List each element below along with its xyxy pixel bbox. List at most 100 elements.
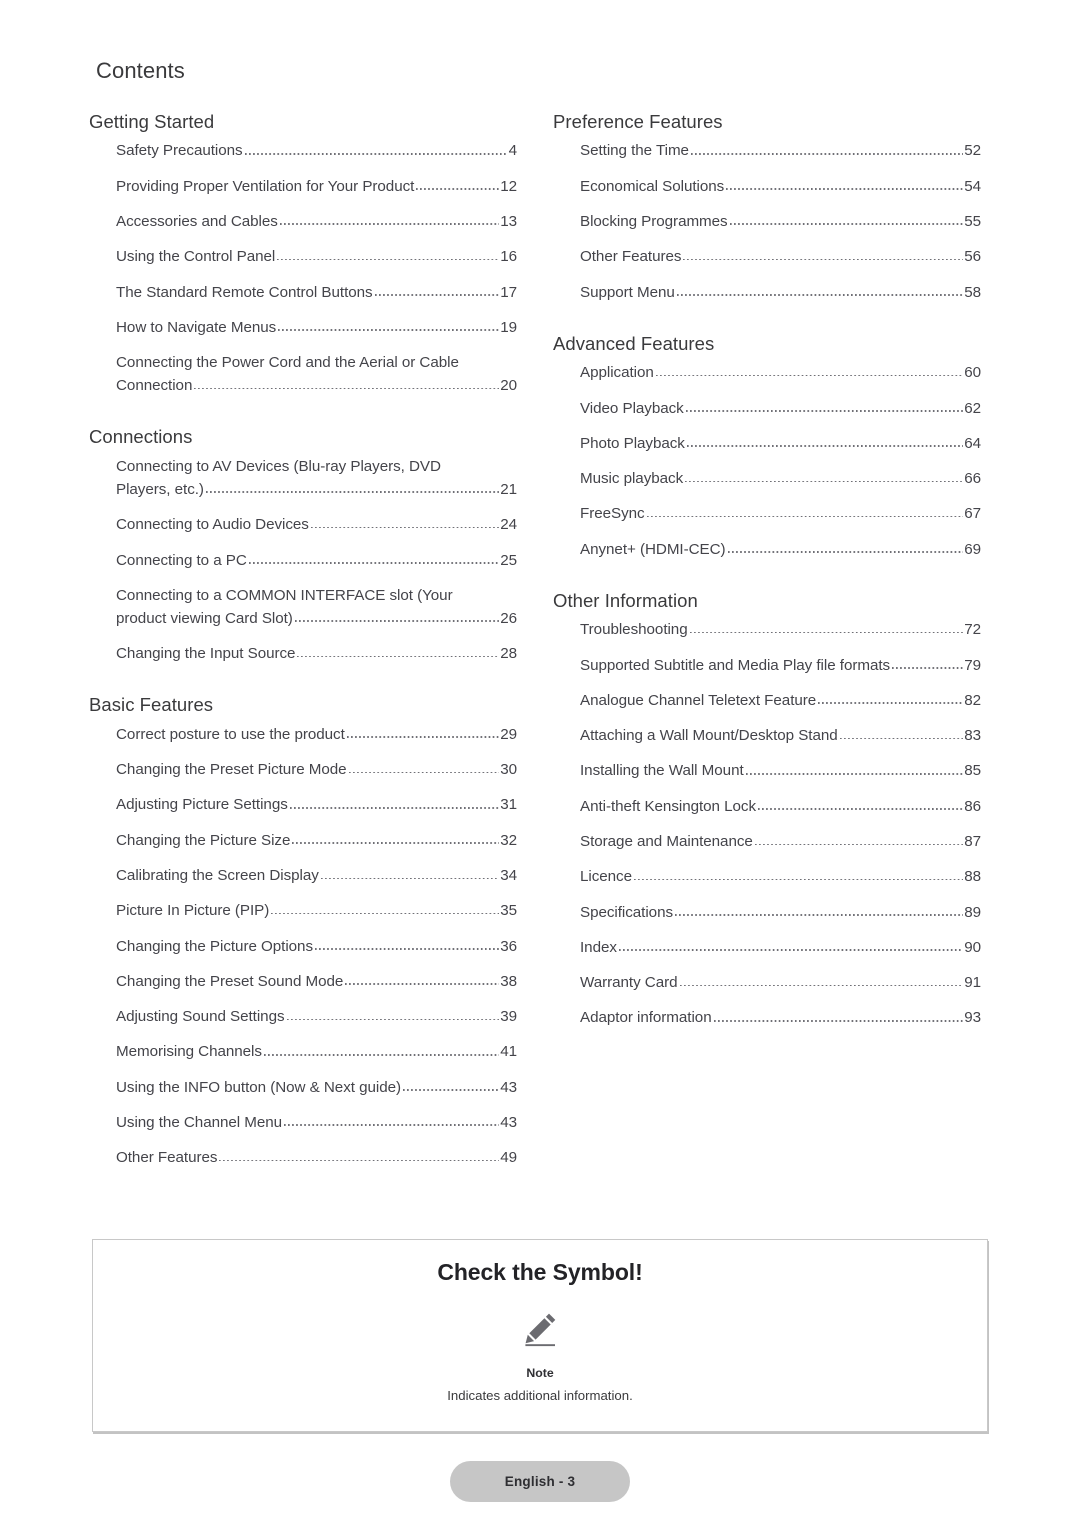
toc-entry[interactable]: Adjusting Sound Settings 39 [116,1005,517,1028]
toc-entry-label: Specifications [580,903,674,921]
toc-entry-label: Changing the Preset Sound Mode [116,972,344,990]
toc-entry[interactable]: Attaching a Wall Mount/Desktop Stand 83 [580,724,981,747]
toc-entry-label: Photo Playback [580,434,685,452]
toc-entry[interactable]: Correct posture to use the product 29 [116,723,517,746]
toc-entry[interactable]: Video Playback 62 [580,397,981,420]
toc-section: Getting Started Safety Precautions 4 Provid… [89,110,517,397]
toc-entry[interactable]: Connecting to a PC 25 [116,549,517,572]
toc-entry-label: Connecting the Power Cord and the Aerial… [116,354,459,372]
toc-leader-dots [618,940,964,955]
toc-entry[interactable]: Providing Proper Ventilation for Your Pr… [116,175,517,198]
toc-leader-dots [727,542,964,557]
page-footer-badge: English - 3 [450,1461,630,1502]
toc-entry[interactable]: Installing the Wall Mount 85 [580,759,981,782]
toc-entry[interactable]: Troubleshooting 72 [580,618,981,641]
toc-entry[interactable]: Changing the Picture Size 32 [116,829,517,852]
toc-section: Preference Features Setting the Time 52 Eco… [553,110,981,304]
toc-entry[interactable]: Other Features 56 [580,245,981,268]
toc-leader-dots [279,214,500,229]
toc-entry[interactable]: Support Menu 58 [580,281,981,304]
toc-entry[interactable]: Supported Subtitle and Media Play file f… [580,654,981,677]
toc-column-right: Preference Features Setting the Time 52 Eco… [553,110,981,1042]
toc-entry[interactable]: Using the INFO button (Now & Next guide)… [116,1076,517,1099]
toc-entry[interactable]: Setting the Time 52 [580,139,981,162]
toc-entry-list: Safety Precautions 4 Providing Proper Vent… [89,139,517,397]
toc-entry-label: Changing the Preset Picture Mode [116,761,347,779]
toc-leader-dots [219,1150,499,1165]
toc-entry[interactable]: Adaptor information 93 [580,1006,981,1029]
toc-entry-label: The Standard Remote Control Buttons [116,283,373,301]
toc-entry[interactable]: Anti-theft Kensington Lock 86 [580,795,981,818]
toc-entry-page-number: 72 [964,621,981,639]
toc-entry[interactable]: Changing the Input Source 28 [116,642,517,665]
toc-entry-page-number: 66 [964,470,981,488]
toc-entry[interactable]: Memorising Channels 41 [116,1040,517,1063]
toc-section-title: Advanced Features [553,332,715,354]
toc-entry[interactable]: Blocking Programmes 55 [580,210,981,233]
toc-entry[interactable]: Index 90 [580,936,981,959]
toc-entry[interactable]: Changing the Preset Sound Mode 38 [116,970,517,993]
toc-entry[interactable]: Safety Precautions 4 [116,139,517,162]
toc-entry-label: Attaching a Wall Mount/Desktop Stand [580,727,838,745]
toc-entry[interactable]: Calibrating the Screen Display 34 [116,864,517,887]
toc-entry[interactable]: Accessories and Cables 13 [116,210,517,233]
toc-entry-label: Index [580,938,617,956]
toc-entry[interactable]: Music playback 66 [580,467,981,490]
toc-entry[interactable]: Storage and Maintenance 87 [580,830,981,853]
toc-entry-label: Changing the Picture Options [116,937,314,955]
toc-entry[interactable]: Using the Control Panel 16 [116,245,517,268]
toc-leader-dots [310,517,500,532]
toc-entry-label: Warranty Card [580,974,678,992]
toc-entry[interactable]: Licence 88 [580,865,981,888]
toc-entry[interactable]: Anynet+ (HDMI-CEC) 69 [580,538,981,561]
toc-entry[interactable]: Connecting to AV Devices (Blu-ray Player… [116,455,517,501]
toc-entry[interactable]: Specifications 89 [580,901,981,924]
toc-entry[interactable]: The Standard Remote Control Buttons 17 [116,281,517,304]
toc-entry-list: Troubleshooting 72 Supported Subtitle and … [553,618,981,1029]
toc-entry-page-number: 89 [964,903,981,921]
toc-entry-list: Setting the Time 52 Economical Solutions 54… [553,139,981,303]
toc-entry-page-number: 56 [964,248,981,266]
toc-entry[interactable]: Other Features 49 [116,1146,517,1169]
toc-entry-page-number: 41 [500,1043,517,1061]
toc-entry-page-number: 88 [964,868,981,886]
toc-entry-label: Storage and Maintenance [580,833,753,850]
toc-entry-page-number: 39 [500,1008,517,1026]
toc-entry[interactable]: Using the Channel Menu 43 [116,1111,517,1134]
toc-leader-dots [646,506,964,521]
toc-entry[interactable]: Warranty Card 91 [580,971,981,994]
toc-entry[interactable]: Changing the Picture Options 36 [116,935,517,958]
toc-entry[interactable]: Picture In Picture (PIP) 35 [116,899,517,922]
toc-entry-page-number: 16 [500,248,517,266]
toc-entry-page-number: 83 [964,727,981,745]
toc-leader-dots [348,762,500,777]
toc-entry-label: Video Playback [580,399,684,417]
toc-entry[interactable]: Application 60 [580,361,981,384]
toc-leader-dots [686,436,964,451]
toc-entry-label: FreeSync [580,505,645,523]
toc-leader-dots [248,552,500,567]
toc-entry-label: Correct posture to use the product [116,725,345,743]
toc-entry[interactable]: FreeSync 67 [580,502,981,525]
toc-entry[interactable]: Changing the Preset Picture Mode 30 [116,758,517,781]
toc-entry[interactable]: Connecting the Power Cord and the Aerial… [116,351,517,397]
toc-entry-label: Connecting to AV Devices (Blu-ray Player… [116,457,441,475]
toc-entry-label: Other Features [116,1149,218,1167]
toc-entry-page-number: 62 [964,399,981,417]
toc-entry[interactable]: How to Navigate Menus 19 [116,316,517,339]
toc-entry[interactable]: Economical Solutions 54 [580,175,981,198]
toc-entry-page-number: 31 [500,796,517,814]
toc-entry-page-number: 58 [964,283,981,301]
toc-entry-label: Other Features [580,248,682,266]
toc-entry-label-continued: Players, etc.) [116,480,204,498]
toc-entry[interactable]: Adjusting Picture Settings 31 [116,793,517,816]
toc-entry-tail: product viewing Card Slot) 26 [116,607,517,630]
toc-entry[interactable]: Photo Playback 64 [580,432,981,455]
toc-entry-label: Music playback [580,470,684,488]
toc-leader-dots [679,975,964,990]
toc-entry[interactable]: Connecting to Audio Devices 24 [116,513,517,536]
toc-entry[interactable]: Connecting to a COMMON INTERFACE slot (Y… [116,584,517,630]
check-the-symbol-box: Check the Symbol! Note Indicates additio… [92,1239,988,1432]
toc-entry[interactable]: Analogue Channel Teletext Feature 82 [580,689,981,712]
toc-entry-label: Installing the Wall Mount [580,762,744,780]
